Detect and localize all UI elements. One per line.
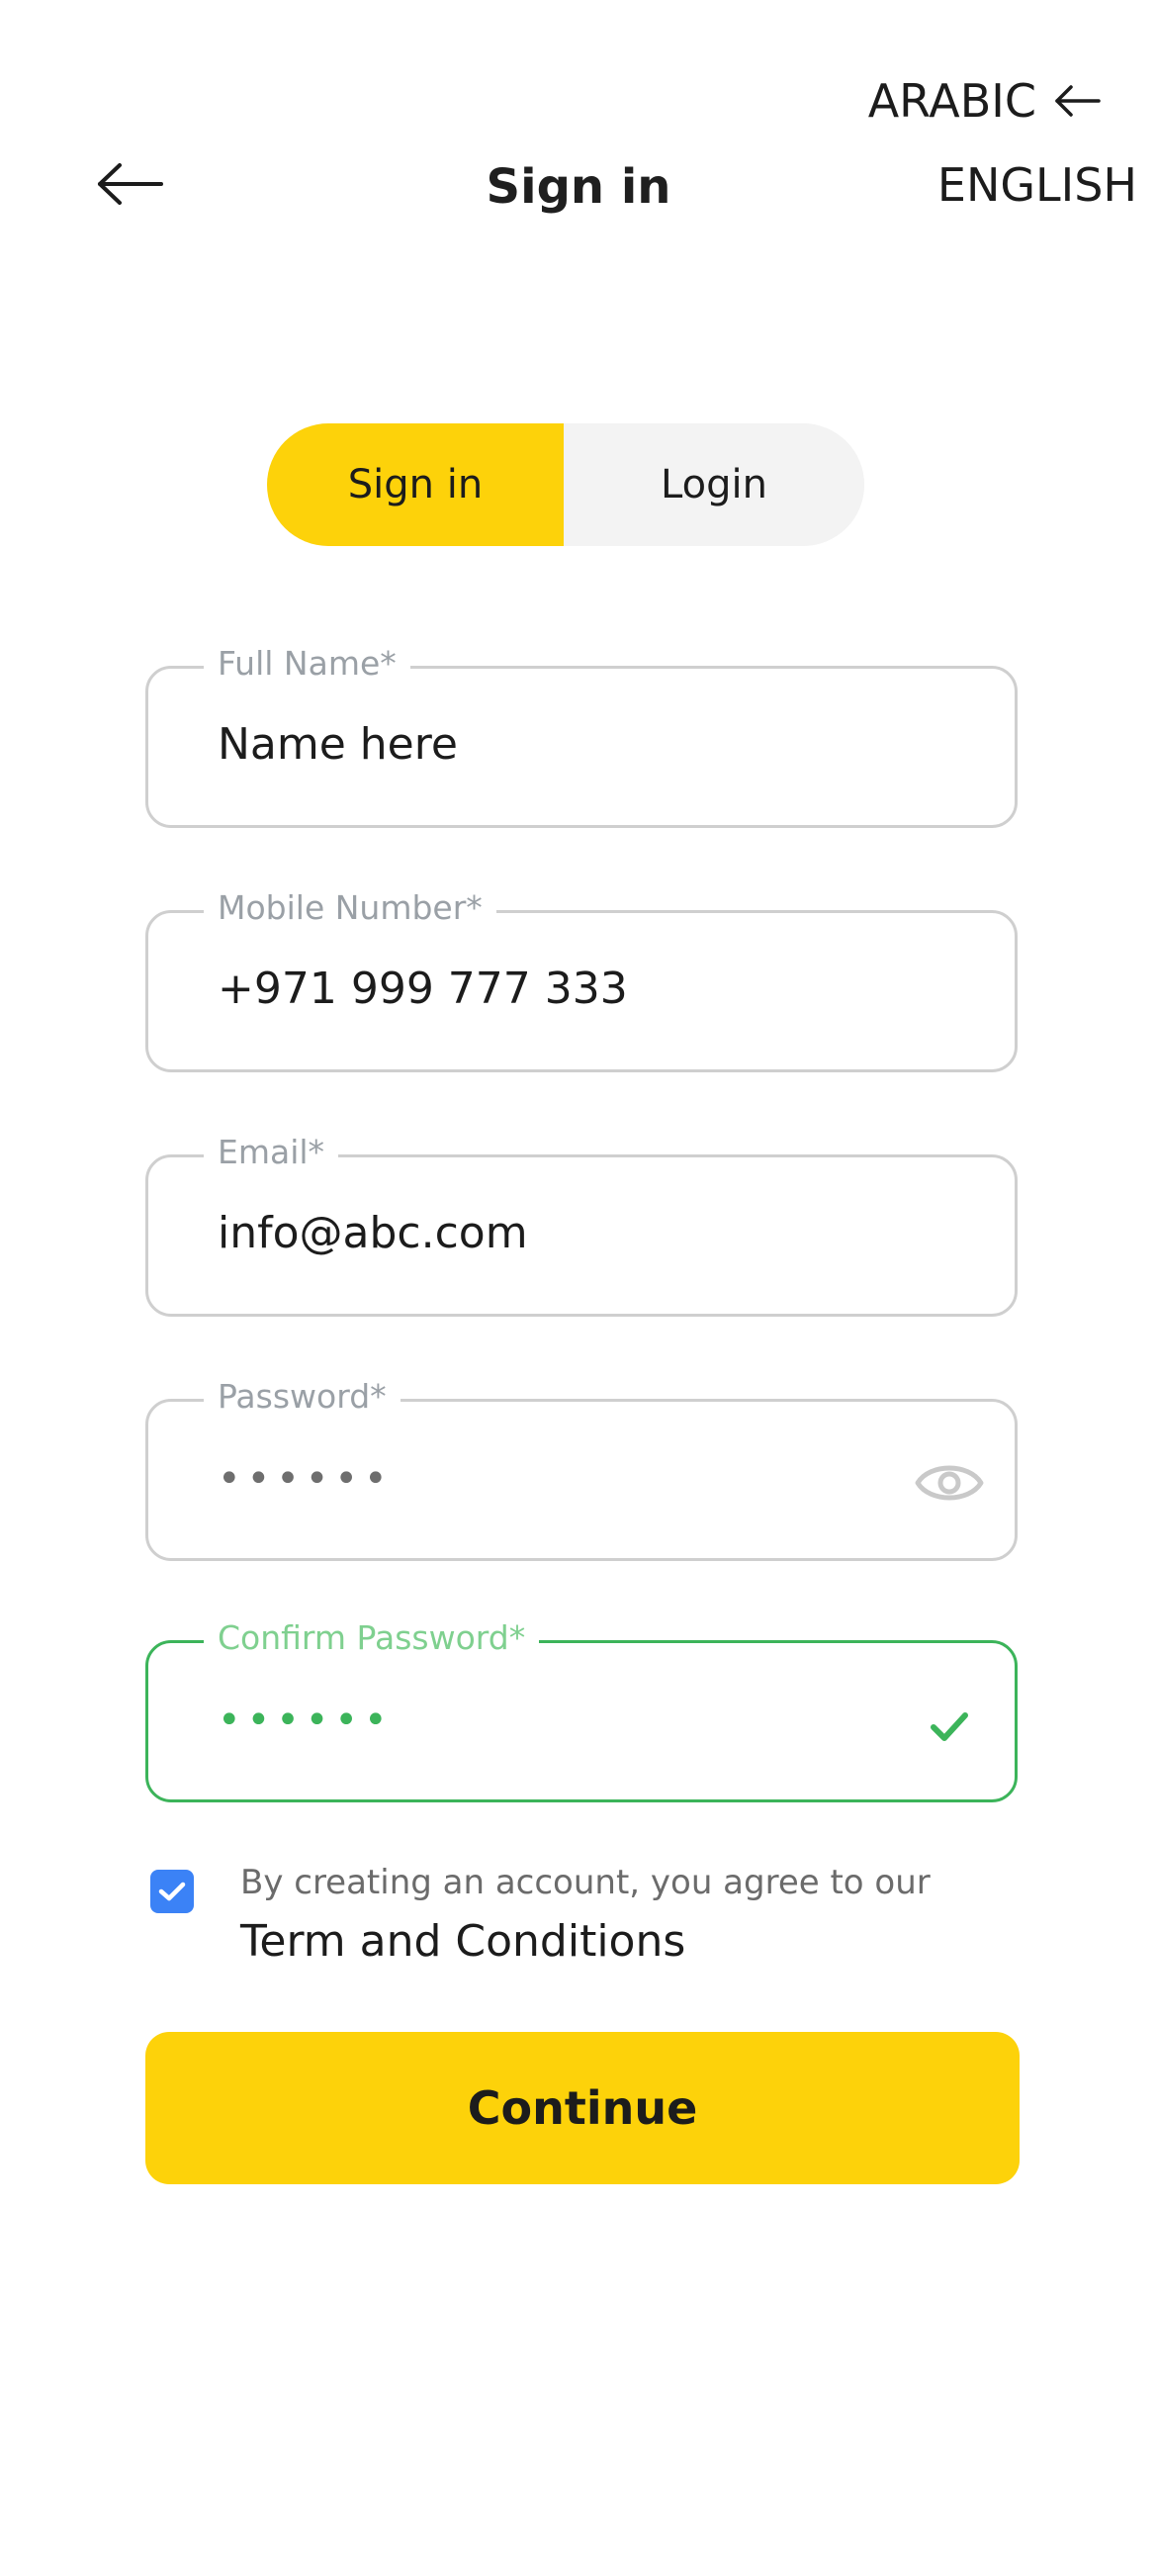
- tab-sign-in[interactable]: Sign in: [267, 423, 564, 546]
- password-label: Password*: [204, 1375, 400, 1419]
- language-arabic-label: ARABIC: [867, 74, 1036, 128]
- email-value: info@abc.com: [218, 1208, 528, 1258]
- continue-button[interactable]: Continue: [145, 2032, 1020, 2184]
- password-value: ••••••: [218, 1456, 394, 1502]
- full-name-field[interactable]: Full Name* Name here: [145, 642, 1018, 828]
- check-icon: [158, 1882, 186, 1901]
- password-visibility-toggle[interactable]: [914, 1447, 985, 1518]
- terms-link[interactable]: Term and Conditions: [240, 1912, 685, 1972]
- language-english-button[interactable]: ENGLISH: [937, 153, 1137, 217]
- confirm-password-label: Confirm Password*: [204, 1616, 540, 1660]
- mobile-number-value: +971 999 777 333: [218, 964, 628, 1014]
- arrow-left-icon: [1055, 85, 1101, 117]
- confirm-password-valid-indicator: [914, 1691, 985, 1762]
- mobile-number-label: Mobile Number*: [204, 886, 496, 930]
- confirm-password-value: ••••••: [218, 1698, 394, 1743]
- confirm-password-field[interactable]: Confirm Password* ••••••: [145, 1616, 1018, 1802]
- language-english-label: ENGLISH: [936, 158, 1137, 212]
- auth-tabs: Sign in Login: [267, 423, 864, 546]
- email-label: Email*: [204, 1131, 339, 1174]
- full-name-label: Full Name*: [204, 642, 410, 686]
- tab-login[interactable]: Login: [564, 423, 864, 546]
- check-icon: [931, 1712, 968, 1741]
- full-name-value: Name here: [218, 719, 458, 770]
- email-field[interactable]: Email* info@abc.com: [145, 1131, 1018, 1317]
- terms-checkbox[interactable]: [150, 1870, 194, 1913]
- terms-description: By creating an account, you agree to our: [240, 1863, 931, 1902]
- password-field[interactable]: Password* ••••••: [145, 1375, 1018, 1561]
- mobile-number-field[interactable]: Mobile Number* +971 999 777 333: [145, 886, 1018, 1072]
- language-arabic-button[interactable]: ARABIC: [868, 69, 1102, 133]
- eye-icon: [915, 1465, 984, 1501]
